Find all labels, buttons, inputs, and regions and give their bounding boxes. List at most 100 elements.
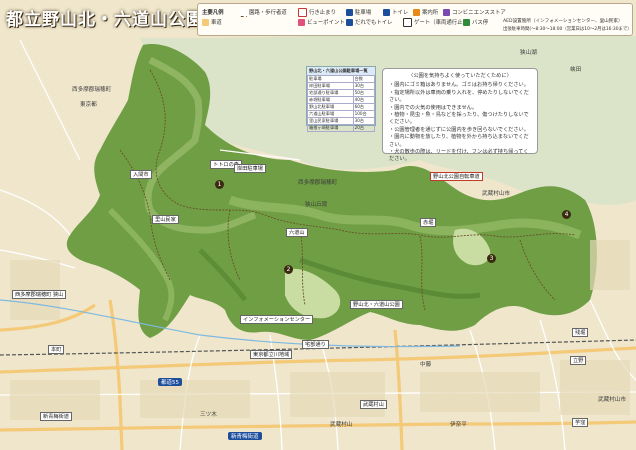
- facility-label: 里山民家: [152, 215, 179, 224]
- accessible-toilet-icon: [346, 19, 353, 26]
- road-line-icon: [202, 19, 209, 26]
- parking-table-row: 里山民家駐車場 30台: [307, 117, 376, 125]
- facility-label: 東京都立川地域: [250, 350, 293, 359]
- parking-name-cell: 箱根ヶ崎駐車場: [307, 124, 354, 132]
- legend-item-accessible-toilet: だれでもトイレ: [346, 18, 393, 26]
- parking-table-row: 駐車場 台数: [307, 75, 376, 83]
- route-label: 新青梅街道: [228, 432, 262, 440]
- viewpoint-icon: [298, 19, 305, 26]
- legend-label: ゲート（車両通行止）: [414, 20, 468, 26]
- facility-label: 本町: [48, 345, 65, 354]
- note-line: ・園内での火気の使用はできません。: [389, 104, 478, 111]
- parking-count-cell: 50台: [352, 89, 376, 97]
- parking-table: 野山北・六道山公園駐車場一覧 駐車場 台数 岸田駐車場 30台 宅部通り駐車場 50台 赤堀…: [306, 66, 376, 132]
- note-lines: ・園内にゴミ箱はありません。ゴミはお持ち帰りください。 ・指定場所以外は車両の乗り…: [389, 82, 531, 163]
- parking-name-cell: 駐車場: [307, 75, 354, 83]
- legend-heading: 主要凡例: [202, 10, 224, 16]
- facility-label: 立野: [570, 356, 587, 365]
- parking-count-cell: 100台: [352, 110, 376, 118]
- facility-label: 宅部通り: [302, 340, 329, 349]
- parking-table-row: 六道山駐車場 100台: [307, 110, 376, 118]
- facility-label: 新青梅街道: [40, 412, 72, 421]
- note-line: ・植物・昆虫・魚・鳥などを採ったり、傷つけたりしないでください。: [389, 112, 529, 126]
- toilet-icon: [383, 9, 390, 16]
- facility-label: 残堀: [572, 328, 589, 337]
- facility-label: 野山北・六道山公園: [350, 300, 403, 309]
- parking-icon: [346, 9, 353, 16]
- legend-item-road: 車道: [202, 18, 222, 26]
- legend-label: 案内所: [422, 10, 439, 16]
- legend-label: トイレ: [392, 10, 409, 16]
- legend-label: バス停: [472, 20, 489, 26]
- info-icon: [413, 9, 420, 16]
- parking-table-row: 岸田駐車場 30台: [307, 82, 376, 90]
- gate-icon: [403, 18, 412, 27]
- parking-count-cell: 30台: [352, 82, 376, 90]
- parking-count-cell: 40台: [352, 96, 376, 104]
- area-number-marker: 2: [284, 265, 293, 274]
- parking-name-cell: 宅部通り駐車場: [307, 89, 354, 97]
- legend-label: 園路・歩行者道: [249, 10, 287, 16]
- parking-name-cell: 赤堀駐車場: [307, 96, 354, 104]
- legend-label: コンビニエンスストア: [452, 10, 506, 16]
- legend-item-info: 案内所: [413, 8, 438, 16]
- facility-label: 芋窪: [572, 418, 589, 427]
- facility-label: 入間市: [130, 170, 152, 179]
- parking-table-title: 野山北・六道山公園駐車場一覧: [307, 67, 375, 75]
- legend-item-bus: バス停: [463, 18, 488, 26]
- legend-label: 車道: [211, 20, 222, 26]
- area-number-marker: 3: [487, 254, 496, 263]
- parking-name-cell: 里山民家駐車場: [307, 117, 354, 125]
- parking-table-row: 野山北駐車場 60台: [307, 103, 376, 111]
- park-rules-note: 〈公園を気持ちよく使っていただくために〉 ・園内にゴミ箱はありません。ゴミはお持…: [382, 68, 538, 162]
- parking-count-cell: 60台: [352, 103, 376, 111]
- dead-end-icon: [298, 8, 307, 17]
- facility-label: 西多摩郡瑞穂町 狭山: [12, 290, 67, 299]
- note-line: ・指定場所以外は車両の乗り入れを、停めたりしないでください。: [389, 89, 529, 104]
- legend-item-toilet: トイレ: [383, 8, 408, 16]
- facility-label: 赤堀: [420, 218, 437, 227]
- parking-name-cell: 六道山駐車場: [307, 110, 354, 118]
- note-line: ・園内に動物を放したり、植物を外から持ち込まないでください。: [389, 134, 529, 148]
- note-line: ・犬の散歩の際は、リードを付け、フンは必ず持ち帰ってください。: [389, 149, 529, 163]
- facility-label: 岸田駐車場: [234, 164, 266, 173]
- parking-name-cell: 野山北駐車場: [307, 103, 354, 111]
- place-label: 伊奈平: [450, 422, 467, 428]
- place-label: 峡田: [570, 67, 582, 73]
- note-title: 〈公園を気持ちよく使っていただくために〉: [408, 73, 512, 79]
- place-label: 狭山湖: [520, 50, 537, 56]
- place-label: 西多摩郡瑞穂町: [72, 87, 112, 93]
- legend-item-gate: ゲート（車両通行止）: [403, 18, 468, 27]
- place-label: 西多摩郡瑞穂町: [298, 180, 338, 186]
- parking-name-cell: 岸田駐車場: [307, 82, 354, 90]
- route-label: 都道55: [158, 378, 182, 386]
- place-label: 東京都: [80, 102, 97, 108]
- map-legend: 主要凡例 園路・歩行者道 車道 行き止まり ビューポイント 駐車場 だれでもトイ…: [197, 3, 633, 36]
- legend-label: ビューポイント: [307, 20, 345, 26]
- place-label: 武蔵村山: [330, 422, 353, 428]
- place-label: 三ツ木: [200, 412, 217, 418]
- parking-table-row: 赤堀駐車場 40台: [307, 96, 376, 104]
- facility-label: 六道山: [286, 228, 308, 237]
- legend-item-parking: 駐車場: [346, 8, 371, 16]
- facility-label: 野山北公園自転車道: [430, 172, 483, 181]
- note-line: ・園内にゴミ箱はありません。ゴミはお持ち帰りください。: [389, 82, 529, 89]
- facility-label: インフォメーションセンター: [240, 315, 314, 324]
- parking-table-row: 宅部通り駐車場 50台: [307, 89, 376, 97]
- legend-hours: 出張駐車時間(～8:30～18:00（営業日は10～2月は16:30まで）: [503, 27, 632, 32]
- legend-item-dead-end: 行き止まり: [298, 8, 336, 17]
- legend-aed: AED設置箇所（インフォメーションセンター、里山民家）: [503, 19, 623, 24]
- parking-table-row: 箱根ヶ崎駐車場 20台: [307, 124, 376, 132]
- place-label: 武蔵村山市: [482, 191, 510, 197]
- legend-item-convenience: コンビニエンスストア: [443, 8, 506, 16]
- parking-count-cell: 20台: [352, 124, 376, 132]
- facility-label: 武蔵村山: [360, 400, 387, 409]
- convenience-store-icon: [443, 9, 450, 16]
- parking-table-grid: 駐車場 台数 岸田駐車場 30台 宅部通り駐車場 50台 赤堀駐車場 40台 野山北駐車場 60台…: [307, 75, 376, 132]
- legend-label: 駐車場: [355, 10, 372, 16]
- legend-label: だれでもトイレ: [355, 20, 393, 26]
- legend-label: 行き止まり: [309, 10, 336, 16]
- place-label: 狭山丘陵: [305, 202, 328, 208]
- parking-count-cell: 30台: [352, 117, 376, 125]
- place-label: 中藤: [420, 362, 432, 368]
